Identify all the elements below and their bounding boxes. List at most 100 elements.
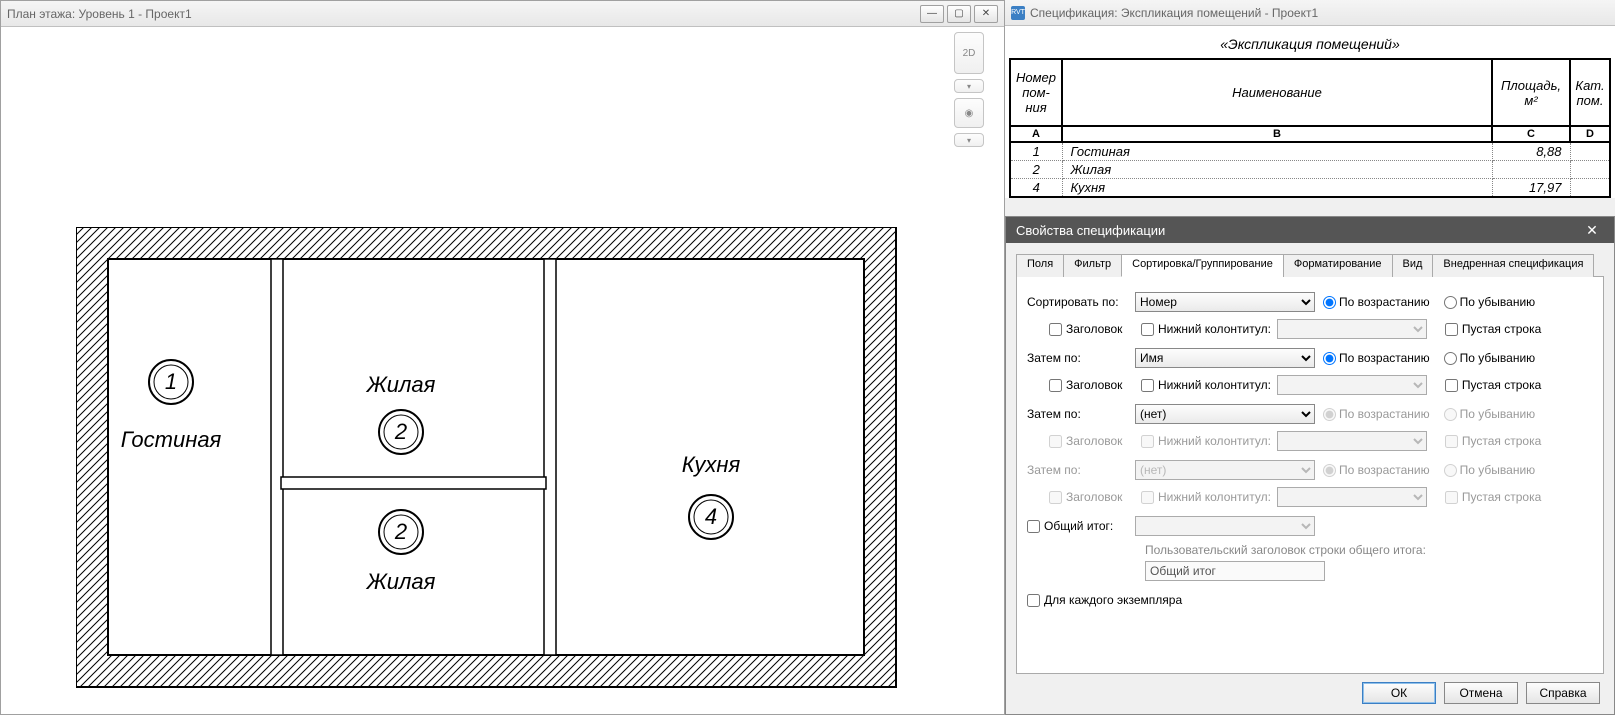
sort4-footer-select (1277, 487, 1427, 507)
cell-cat[interactable] (1570, 142, 1610, 161)
tab-formatting[interactable]: Форматирование (1283, 254, 1393, 277)
sort3-asc-radio: По возрастанию (1323, 407, 1430, 421)
help-button[interactable]: Справка (1526, 682, 1600, 704)
sort4-label: Затем по: (1027, 463, 1135, 477)
dialog-close-button[interactable]: ✕ (1580, 220, 1604, 240)
col-letter-d[interactable]: D (1570, 126, 1610, 142)
view-nav-dropdown-icon[interactable]: ▾ (954, 79, 984, 93)
sort1-blank-check[interactable]: Пустая строка (1445, 322, 1541, 336)
dialog-title: Свойства спецификации (1016, 223, 1165, 238)
sort2-asc-radio[interactable]: По возрастанию (1323, 351, 1430, 365)
sort1-desc-radio[interactable]: По убыванию (1444, 295, 1536, 309)
cell-name[interactable]: Кухня (1062, 179, 1492, 198)
schedule-title: Спецификация: Экспликация помещений - Пр… (1030, 6, 1318, 20)
cell-num[interactable]: 1 (1010, 142, 1062, 161)
tab-view[interactable]: Вид (1392, 254, 1434, 277)
sort1-header-check[interactable]: Заголовок (1049, 322, 1135, 336)
sort2-footer-select (1277, 375, 1427, 395)
cell-area[interactable]: 17,97 (1492, 179, 1570, 198)
maximize-button[interactable]: ▢ (947, 5, 971, 23)
sort1-footer-select (1277, 319, 1427, 339)
sort4-field-select: (нет) (1135, 460, 1315, 480)
grand-total-check[interactable]: Общий итог: (1027, 519, 1135, 533)
sort3-footer-select (1277, 431, 1427, 451)
sort4-asc-radio: По возрастанию (1323, 463, 1430, 477)
th-cat: Кат. пом. (1570, 59, 1610, 126)
col-letter-a[interactable]: A (1010, 126, 1062, 142)
schedule-titlebar: RVT Спецификация: Экспликация помещений … (1005, 0, 1615, 26)
floorplan-window: План этажа: Уровень 1 - Проект1 — ▢ ✕ 2D… (0, 0, 1005, 715)
th-num: Номер пом-ния (1010, 59, 1062, 126)
sort1-field-select[interactable]: Номер (1135, 292, 1315, 312)
room-2a-number: 2 (394, 419, 407, 444)
grand-total-select (1135, 516, 1315, 536)
room-2b-name: Жилая (366, 569, 436, 594)
room-1-number: 1 (165, 369, 177, 394)
schedule-table-title: «Экспликация помещений» (1009, 30, 1611, 58)
sort4-header-check: Заголовок (1049, 490, 1135, 504)
drawing-canvas[interactable]: 2D ▾ ◉ ▾ 1 Гостиная (1, 27, 1004, 714)
grand-total-hint: Пользовательский заголовок строки общего… (1145, 543, 1593, 557)
schedule-table[interactable]: Номер пом-ния Наименование Площадь, м² К… (1009, 58, 1611, 198)
cell-num[interactable]: 2 (1010, 161, 1062, 179)
th-name: Наименование (1062, 59, 1492, 126)
per-instance-check[interactable]: Для каждого экземпляра (1027, 593, 1182, 607)
sort4-blank-check: Пустая строка (1445, 490, 1541, 504)
cell-name[interactable]: Гостиная (1062, 142, 1492, 161)
col-letter-b[interactable]: B (1062, 126, 1492, 142)
tab-sorting[interactable]: Сортировка/Группирование (1121, 254, 1284, 277)
sort3-desc-radio: По убыванию (1444, 407, 1536, 421)
cancel-button[interactable]: Отмена (1444, 682, 1518, 704)
floor-plan-svg: 1 Гостиная Жилая 2 2 Жилая Кухня 4 (76, 227, 906, 707)
rvt-file-icon: RVT (1011, 6, 1025, 20)
steering-wheel-dropdown-icon[interactable]: ▾ (954, 133, 984, 147)
room-4-name: Кухня (682, 452, 741, 477)
sort2-desc-radio[interactable]: По убыванию (1444, 351, 1536, 365)
sorting-form: Сортировать по: Номер По возрастанию По … (1016, 277, 1604, 674)
th-area: Площадь, м² (1492, 59, 1570, 126)
tab-fields[interactable]: Поля (1016, 254, 1064, 277)
cell-cat[interactable] (1570, 161, 1610, 179)
floorplan-title: План этажа: Уровень 1 - Проект1 (7, 7, 192, 21)
sort4-footer-check: Нижний колонтитул: (1141, 490, 1271, 504)
sort1-label: Сортировать по: (1027, 295, 1135, 309)
cell-area[interactable]: 8,88 (1492, 142, 1570, 161)
ok-button[interactable]: ОК (1362, 682, 1436, 704)
dialog-tabs: Поля Фильтр Сортировка/Группирование Фор… (1016, 253, 1604, 277)
sort3-label: Затем по: (1027, 407, 1135, 421)
sort2-blank-check[interactable]: Пустая строка (1445, 378, 1541, 392)
steering-wheel-icon[interactable]: ◉ (954, 98, 984, 128)
sort3-header-check: Заголовок (1049, 434, 1135, 448)
sort3-footer-check: Нижний колонтитул: (1141, 434, 1271, 448)
right-pane: RVT Спецификация: Экспликация помещений … (1005, 0, 1615, 715)
sort1-asc-radio[interactable]: По возрастанию (1323, 295, 1430, 309)
room-4-number: 4 (705, 504, 717, 529)
room-2b-number: 2 (394, 519, 407, 544)
sort3-field-select[interactable]: (нет) (1135, 404, 1315, 424)
sort2-label: Затем по: (1027, 351, 1135, 365)
cell-name[interactable]: Жилая (1062, 161, 1492, 179)
room-2a-name: Жилая (366, 372, 436, 397)
grand-total-title-input (1145, 561, 1325, 581)
schedule-properties-dialog: Свойства спецификации ✕ Поля Фильтр Сорт… (1005, 216, 1615, 715)
tab-embedded[interactable]: Внедренная спецификация (1432, 254, 1594, 277)
schedule-table-wrap: «Экспликация помещений» Номер пом-ния На… (1005, 26, 1615, 198)
sort1-footer-check[interactable]: Нижний колонтитул: (1141, 322, 1271, 336)
view-cube-icon[interactable]: 2D (954, 32, 984, 74)
close-button[interactable]: ✕ (974, 5, 998, 23)
sort4-desc-radio: По убыванию (1444, 463, 1536, 477)
minimize-button[interactable]: — (920, 5, 944, 23)
room-1-name: Гостиная (121, 427, 222, 452)
sort2-field-select[interactable]: Имя (1135, 348, 1315, 368)
cell-cat[interactable] (1570, 179, 1610, 198)
tab-filter[interactable]: Фильтр (1063, 254, 1122, 277)
col-letter-c[interactable]: C (1492, 126, 1570, 142)
view-nav-widget: 2D ▾ ◉ ▾ (954, 32, 986, 152)
cell-num[interactable]: 4 (1010, 179, 1062, 198)
floorplan-titlebar: План этажа: Уровень 1 - Проект1 — ▢ ✕ (1, 1, 1004, 27)
sort3-blank-check: Пустая строка (1445, 434, 1541, 448)
dialog-titlebar: Свойства спецификации ✕ (1006, 217, 1614, 243)
sort2-header-check[interactable]: Заголовок (1049, 378, 1135, 392)
sort2-footer-check[interactable]: Нижний колонтитул: (1141, 378, 1271, 392)
cell-area[interactable] (1492, 161, 1570, 179)
